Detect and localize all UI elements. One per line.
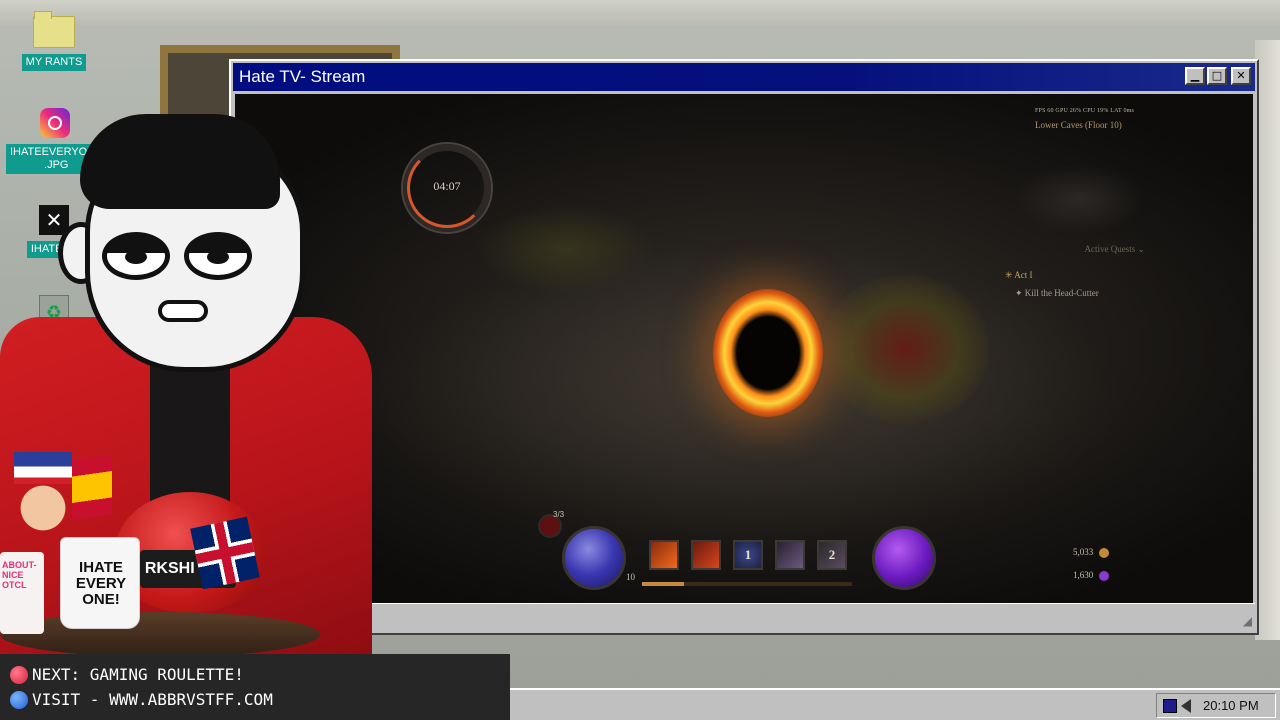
white-mug: IHATE EVERY ONE! (60, 537, 140, 629)
close-button[interactable]: ✕ (1231, 67, 1251, 85)
game-viewport[interactable]: 04:07 FPS 60 GPU 26% CPU 19% LAT 0ms Low… (235, 94, 1253, 604)
right-eye (184, 232, 252, 280)
resize-grip-icon[interactable]: ◢ (1243, 614, 1252, 628)
blue-dot-icon (10, 690, 28, 709)
mana-orb (872, 526, 936, 590)
window-titlebar[interactable]: Hate TV- Stream ▁ □ ✕ (233, 63, 1255, 91)
skill-slot-3[interactable]: 1 (733, 540, 763, 570)
minimap[interactable] (1015, 164, 1145, 234)
ticker-row: VISIT - WWW.ABBRVSTFF.COM (10, 687, 510, 712)
ticker-next: NEXT: GAMING ROULETTE! (32, 664, 244, 684)
desktop-icon-my-rants[interactable]: MY RANTS (6, 11, 102, 71)
health-orb (562, 526, 626, 590)
shard-icon (1099, 570, 1110, 581)
network-icon[interactable] (1163, 698, 1177, 713)
clock[interactable]: 20:10 PM (1203, 698, 1259, 713)
spanish-flag (72, 454, 112, 520)
skill-bar: 1 2 (649, 540, 847, 570)
hud-top-right: FPS 60 GPU 26% CPU 19% LAT 0ms Lower Cav… (1035, 108, 1205, 130)
uncle-sam-figurine (14, 452, 72, 532)
left-eye (102, 232, 170, 280)
ticker-row: NEXT: GAMING ROULETTE! (10, 662, 510, 687)
taskbar: 20:10 PM (510, 688, 1280, 720)
skill-slot-1[interactable] (649, 540, 679, 570)
quest-task: ✦ Kill the Head-Cutter (1015, 288, 1099, 298)
desktop-icon-label: MY RANTS (21, 54, 87, 71)
maximize-button[interactable]: □ (1207, 67, 1227, 85)
hair (80, 114, 280, 209)
performance-stats: FPS 60 GPU 26% CPU 19% LAT 0ms (1035, 108, 1135, 114)
skill-slot-2[interactable] (691, 540, 721, 570)
folder-icon (33, 11, 75, 48)
pink-mug: ABOUT- NICE OTCL (0, 552, 44, 634)
minimize-button[interactable]: ▁ (1185, 67, 1205, 85)
side-table (0, 612, 320, 657)
shard-counter: 1,630 (1073, 569, 1110, 581)
wall-molding (0, 0, 1280, 28)
volume-icon[interactable] (1181, 698, 1191, 713)
enemy-remains (820, 274, 990, 424)
stream-window[interactable]: Hate TV- Stream ▁ □ ✕ 04:07 FPS 60 GPU 2… (229, 59, 1259, 635)
red-dot-icon (10, 665, 28, 684)
experience-bar (642, 582, 852, 586)
mug-text: IHATE EVERY ONE! (75, 559, 127, 608)
uk-flag (190, 516, 260, 590)
gold-coin-icon (1099, 547, 1110, 558)
quests-heading[interactable]: Active Quests ⌄ (1005, 244, 1165, 255)
gold-counter: 5,033 (1073, 546, 1110, 558)
skill-slot-4[interactable] (775, 540, 805, 570)
zone-name: Lower Caves (Floor 10) (1035, 120, 1122, 130)
quest-act: ✳ Act I (1005, 270, 1033, 280)
fire-portal[interactable] (713, 289, 823, 417)
streamer-avatar: RKSHI TEA ABOUT- NICE OTCL IHATE EVERY O… (0, 112, 380, 657)
ticker-visit: VISIT - WWW.ABBRVSTFF.COM (32, 689, 273, 709)
stream-ticker: NEXT: GAMING ROULETTE! VISIT - WWW.ABBRV… (0, 654, 510, 720)
quest-tracker: Active Quests ⌄ ✳ Act I ✦ Kill the Head-… (1005, 244, 1165, 299)
skill-slot-5[interactable]: 2 (817, 540, 847, 570)
cave-foliage (475, 204, 655, 294)
potion-count: 3/3 (553, 510, 565, 519)
pink-mug-text: ABOUT- NICE OTCL (2, 560, 37, 590)
window-status-bar: ◢ (233, 603, 1255, 631)
experience-fill (642, 582, 684, 586)
mouth (158, 300, 208, 322)
timer-text: 04:07 (433, 179, 461, 193)
window-title: Hate TV- Stream (239, 67, 366, 86)
player-level: 10 (626, 572, 635, 582)
system-tray: 20:10 PM (1156, 693, 1276, 718)
